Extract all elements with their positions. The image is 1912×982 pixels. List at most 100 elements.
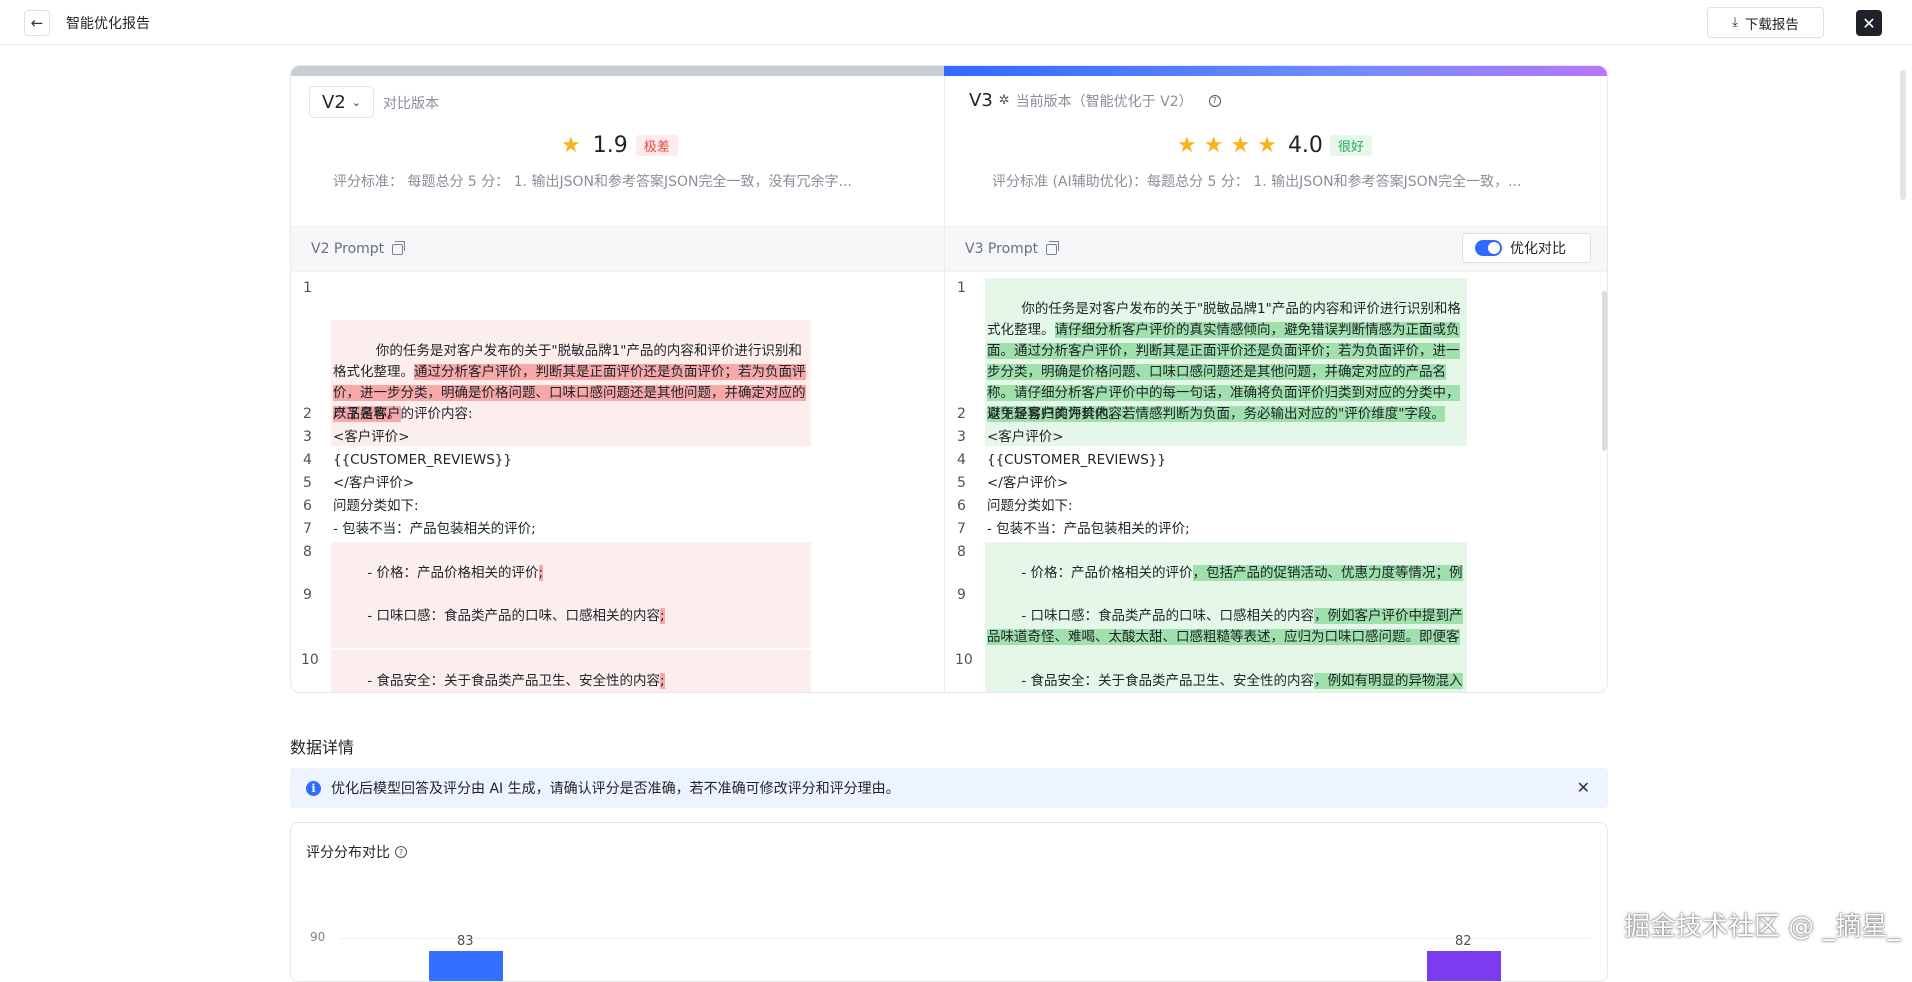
v2-criteria: 评分标准： 每题总分 5 分： 1. 输出JSON和参考答案JSON完全一致，没… xyxy=(333,174,852,190)
v2-rating-badge: 极差 xyxy=(635,135,678,156)
current-version-caption: 当前版本（智能优化于 V2） xyxy=(1015,93,1193,110)
v3-accent-bar xyxy=(944,66,1607,76)
star-icon: ★ xyxy=(1177,132,1197,158)
line-text-plain: - 价格：产品价格相关的评价 xyxy=(1021,565,1193,581)
back-button[interactable]: ← xyxy=(24,10,50,36)
line-text: 以下是客户的评价内容: xyxy=(333,406,473,422)
download-report-button[interactable]: ⤓ 下载报告 xyxy=(1707,7,1824,38)
line-text-plain: - 价格：产品价格相关的评价 xyxy=(367,565,539,581)
line-number: 8 xyxy=(957,544,966,560)
line-number: 7 xyxy=(303,521,312,537)
line-number: 10 xyxy=(301,652,319,668)
line-text: {{CUSTOMER_REVIEWS}} xyxy=(987,452,1166,468)
removed-text: ; xyxy=(660,673,665,689)
page-title: 智能优化报告 xyxy=(66,16,150,32)
v2-prompt-content: 1 你的任务是对客户发布的关于"脱敏品牌1"产品的内容和评价进行识别和格式化整理… xyxy=(291,278,944,692)
optimize-compare-toggle[interactable]: 优化对比 xyxy=(1462,233,1591,263)
chevron-down-icon: ⌄ xyxy=(351,95,361,109)
close-icon[interactable]: ✕ xyxy=(1577,778,1590,797)
arrow-left-icon: ← xyxy=(30,14,44,32)
line-text-plain: - 口味口感：食品类产品的口味、口感相关的内容 xyxy=(367,608,661,624)
v3-score: 4.0 xyxy=(1287,133,1323,158)
removed-text: ; xyxy=(538,565,544,581)
v3-score-row: ★ ★ ★ ★ 4.0 很好 xyxy=(1177,133,1372,158)
v2-prompt-label: V2 Prompt xyxy=(311,241,385,257)
v3-criteria: 评分标准 (AI辅助优化)：每题总分 5 分： 1. 输出JSON和参考答案JS… xyxy=(992,174,1522,190)
bar-1[interactable] xyxy=(429,951,503,981)
star-icon: ★ xyxy=(1257,132,1277,158)
v3-prompt-content: 1 你的任务是对客户发布的关于"脱敏品牌1"产品的内容和评价进行识别和格式化整理… xyxy=(945,278,1607,692)
line-text: 以下是客户的评价内容: xyxy=(987,406,1127,422)
help-icon[interactable]: ? xyxy=(1208,94,1221,107)
close-icon: ✕ xyxy=(1862,13,1876,33)
v2-prompt-bar: V2 Prompt xyxy=(291,226,944,272)
bar-value-label: 82 xyxy=(1455,934,1472,949)
line-number: 5 xyxy=(303,475,312,491)
line-number: 6 xyxy=(957,498,966,514)
line-text-plain: - 食品安全：关于食品类产品卫生、安全性的内容 xyxy=(1021,673,1315,689)
diff-line-removed: - 口味口感：食品类产品的口味、口感相关的内容; xyxy=(331,585,811,648)
v2-accent-bar xyxy=(291,66,944,76)
line-number: 1 xyxy=(957,280,966,296)
removed-text: ; xyxy=(660,608,665,624)
v3-prompt-header: V3 Prompt xyxy=(965,240,1060,257)
bar-2[interactable] xyxy=(1427,951,1501,981)
star-icon: ★ xyxy=(1203,132,1224,158)
line-number: 2 xyxy=(957,406,966,422)
line-text: 问题分类如下: xyxy=(987,498,1073,514)
line-number: 9 xyxy=(957,587,966,603)
current-version-label: V3 xyxy=(969,90,993,111)
download-icon: ⤓ xyxy=(1732,15,1738,30)
line-number: 3 xyxy=(957,429,966,445)
line-text-plain: - 食品安全：关于食品类产品卫生、安全性的内容 xyxy=(367,673,661,689)
prompt-scrollbar[interactable] xyxy=(1602,291,1607,451)
line-text: <客户评价> xyxy=(987,429,1064,445)
y-tick-label: 90 xyxy=(310,930,326,944)
line-number: 10 xyxy=(955,652,973,668)
line-number: 8 xyxy=(303,544,312,560)
page-scrollbar[interactable] xyxy=(1900,70,1906,200)
gridline xyxy=(341,938,1591,939)
line-number: 4 xyxy=(303,452,312,468)
v3-prompt-label: V3 Prompt xyxy=(965,241,1039,257)
line-text: {{CUSTOMER_REVIEWS}} xyxy=(333,452,512,468)
diff-line-removed: - 食品安全：关于食品类产品卫生、安全性的内容; xyxy=(331,650,811,692)
copy-icon[interactable] xyxy=(1046,240,1060,255)
line-number: 9 xyxy=(303,587,312,603)
line-text: - 包装不当：产品包装相关的评价; xyxy=(333,521,536,537)
version-select-value: V2 xyxy=(322,91,346,113)
version-select[interactable]: V2 ⌄ xyxy=(309,86,374,118)
toggle-label: 优化对比 xyxy=(1510,241,1566,257)
diff-line-added: - 食品安全：关于食品类产品卫生、安全性的内容，例如有明显的异物混入产生的异味、… xyxy=(985,650,1467,692)
chart-title-text: 评分分布对比 xyxy=(306,845,390,861)
copy-icon[interactable] xyxy=(392,240,406,255)
data-details-title: 数据详情 xyxy=(290,738,355,757)
toggle-switch-icon xyxy=(1475,240,1502,256)
line-text-plain: - 口味口感：食品类产品的口味、口感相关的内容 xyxy=(1021,608,1315,624)
line-text: </客户评价> xyxy=(987,475,1069,491)
ai-info-banner: i 优化后模型回答及评分由 AI 生成，请确认评分是否准确，若不准确可修改评分和… xyxy=(290,768,1608,808)
v2-score-row: ★ 1.9 极差 xyxy=(561,133,678,158)
line-number: 1 xyxy=(303,280,312,296)
sparkle-icon: ✲ xyxy=(998,93,1010,108)
chart-title: 评分分布对比 ? xyxy=(306,842,407,862)
line-number: 6 xyxy=(303,498,312,514)
line-text: 问题分类如下: xyxy=(333,498,419,514)
line-number: 7 xyxy=(957,521,966,537)
star-icon: ★ xyxy=(1230,132,1251,158)
line-text: - 包装不当：产品包装相关的评价; xyxy=(987,521,1190,537)
v3-rating-badge: 很好 xyxy=(1329,135,1372,156)
line-number: 4 xyxy=(957,452,966,468)
bar-value-label: 83 xyxy=(457,934,474,949)
banner-text: 优化后模型回答及评分由 AI 生成，请确认评分是否准确，若不准确可修改评分和评分… xyxy=(331,781,900,797)
info-icon: i xyxy=(306,780,321,796)
close-button[interactable]: ✕ xyxy=(1856,10,1882,36)
compare-version-caption: 对比版本 xyxy=(383,96,439,112)
version-compare-card: V2 ⌄ 对比版本 ★ 1.9 极差 评分标准： 每题总分 5 分： 1. 输出… xyxy=(290,65,1608,693)
v2-prompt-header: V2 Prompt xyxy=(311,240,406,257)
watermark: 掘金技术社区 @ _摘星_ xyxy=(1624,912,1901,942)
score-distribution-card: 评分分布对比 ? 90 83 82 xyxy=(290,822,1608,982)
help-icon[interactable]: ? xyxy=(395,846,407,858)
current-version: V3 ✲ 当前版本（智能优化于 V2） ? xyxy=(969,90,1221,111)
v2-score: 1.9 xyxy=(592,133,628,158)
